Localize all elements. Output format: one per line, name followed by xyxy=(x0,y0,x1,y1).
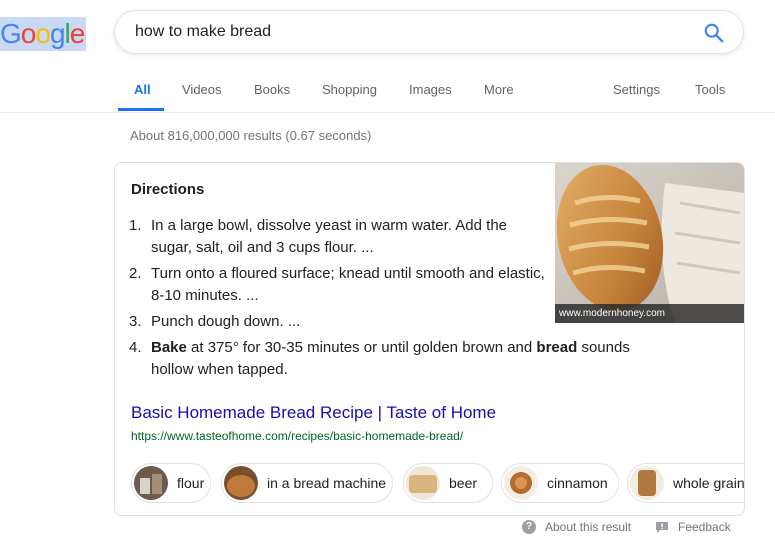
active-tab-indicator xyxy=(118,108,164,111)
search-box[interactable] xyxy=(114,10,744,54)
tab-all[interactable]: All xyxy=(134,82,151,97)
search-input[interactable] xyxy=(135,11,675,53)
result-stats: About 816,000,000 results (0.67 seconds) xyxy=(130,128,372,143)
tab-tools[interactable]: Tools xyxy=(695,82,725,97)
chip-beer[interactable]: beer xyxy=(403,463,493,503)
chip-cinnamon[interactable]: cinnamon xyxy=(501,463,619,503)
bread-image[interactable]: www.modernhoney.com xyxy=(555,163,744,323)
search-tabs: All Videos Books Shopping Images More Se… xyxy=(0,70,775,113)
tab-settings[interactable]: Settings xyxy=(613,82,660,97)
image-caption: www.modernhoney.com xyxy=(555,304,744,323)
feedback-link[interactable]: Feedback xyxy=(656,520,731,534)
list-item: 4. Bake at 375° for 30-35 minutes or unti… xyxy=(129,339,630,378)
tab-videos[interactable]: Videos xyxy=(182,82,222,97)
tab-shopping[interactable]: Shopping xyxy=(322,82,377,97)
result-url: https://www.tasteofhome.com/recipes/basi… xyxy=(131,429,464,443)
featured-snippet: Directions 1. In a large bowl, dissolve y… xyxy=(114,162,745,516)
list-item: 1. In a large bowl, dissolve yeast in war… xyxy=(129,217,508,256)
whole-grain-thumbnail xyxy=(630,466,664,500)
google-logo[interactable]: Google xyxy=(0,17,86,51)
list-item: 2. Turn onto a floured surface; knead unt… xyxy=(129,265,545,304)
snippet-title: Directions xyxy=(131,181,205,198)
feedback-icon xyxy=(656,521,668,533)
chip-whole-grain[interactable]: whole grain xyxy=(627,463,744,503)
tab-more[interactable]: More xyxy=(484,82,514,97)
chip-flour[interactable]: flour xyxy=(131,463,211,503)
tab-books[interactable]: Books xyxy=(254,82,290,97)
tab-images[interactable]: Images xyxy=(409,82,452,97)
beer-bread-thumbnail xyxy=(406,466,440,500)
chip-bread-machine[interactable]: in a bread machine xyxy=(221,463,393,503)
result-title-link[interactable]: Basic Homemade Bread Recipe | Taste of H… xyxy=(131,403,496,423)
cinnamon-thumbnail xyxy=(504,466,538,500)
flour-thumbnail xyxy=(134,466,168,500)
about-result-link[interactable]: ? About this result xyxy=(522,520,631,534)
search-icon[interactable] xyxy=(703,22,725,44)
related-chips: flour in a bread machine beer cinnamon w… xyxy=(131,463,744,505)
help-icon: ? xyxy=(522,520,536,534)
bread-machine-thumbnail xyxy=(224,466,258,500)
